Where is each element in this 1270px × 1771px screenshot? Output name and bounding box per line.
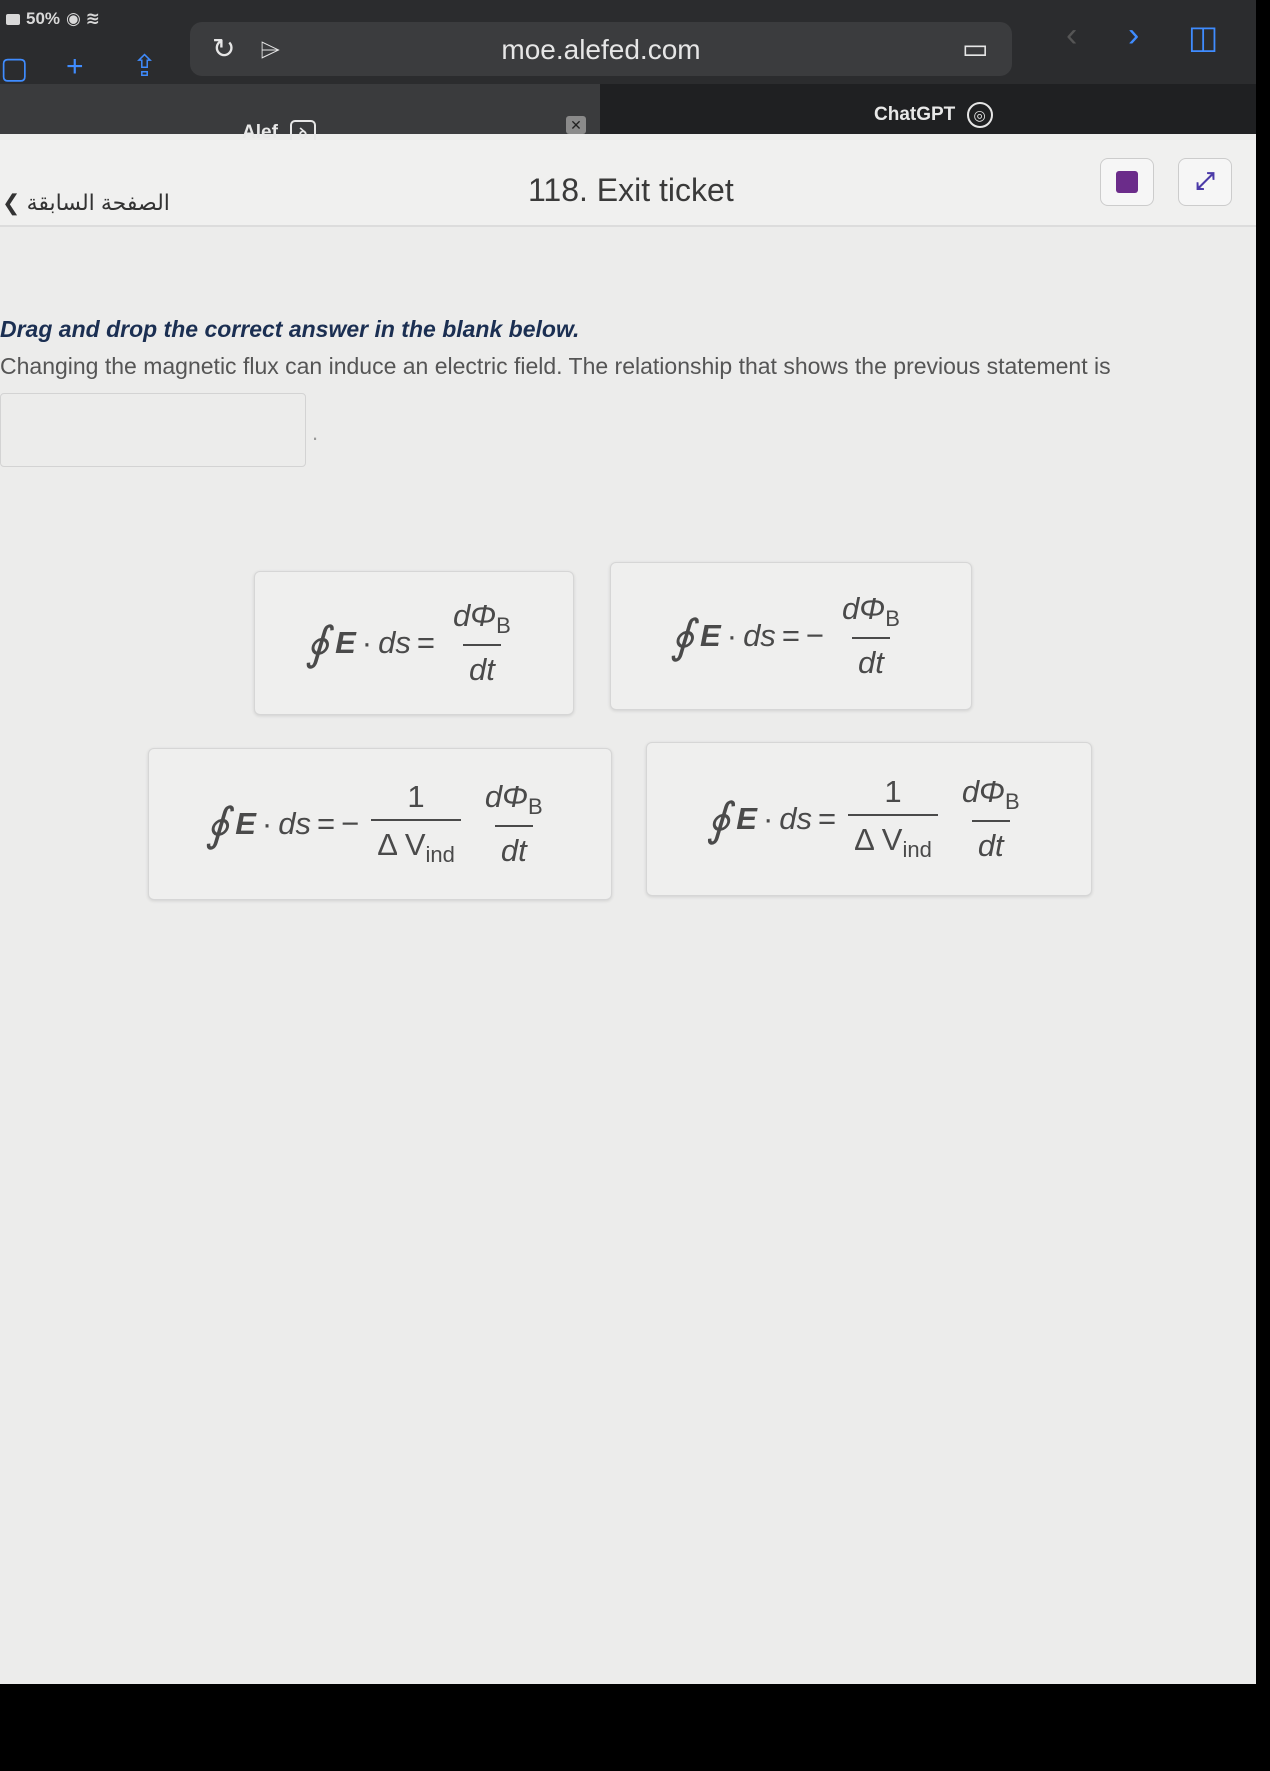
equation-text: ds <box>278 806 311 841</box>
equation-text: dΦ <box>484 779 529 815</box>
answer-option-1[interactable]: ∮ E · ds = dΦB dt <box>254 571 574 715</box>
glossary-icon <box>1116 171 1138 193</box>
reader-icon[interactable]: ▭ <box>962 34 988 64</box>
equation-text: B <box>496 613 511 639</box>
close-tab-icon[interactable]: ✕ <box>566 116 586 134</box>
equation-text: ds <box>743 618 776 653</box>
equation-text: dt <box>494 824 533 869</box>
equation-text: dt <box>852 636 890 681</box>
address-bar[interactable]: ↻ ⌲ moe.alefed.com ▭ <box>190 22 1012 76</box>
forward-nav-icon[interactable]: › <box>1128 18 1139 52</box>
question-text: Changing the magnetic flux can induce an… <box>0 353 1111 379</box>
back-label: الصفحة السابقة <box>26 190 170 215</box>
equation: ∮ E · ds = − 1 Δ Vind dΦB dt <box>205 779 554 868</box>
page-header: ❮ الصفحة السابقة 118. Exit ticket ⤢ <box>0 140 1256 227</box>
fraction: dΦB dt <box>447 598 517 687</box>
equation-text: B <box>885 606 900 632</box>
equation-text: · <box>762 801 774 836</box>
equation-text: = <box>316 806 336 841</box>
tab-alef[interactable]: Alef ꝺ ✕ <box>0 84 600 146</box>
answer-option-4[interactable]: ∮ E · ds = 1 Δ Vind dΦB dt <box>646 742 1092 896</box>
contour-integral-symbol: ∮ <box>706 792 731 846</box>
back-button[interactable]: ❮ الصفحة السابقة <box>2 190 170 216</box>
battery-icon <box>6 13 20 25</box>
instruction-text: Drag and drop the correct answer in the … <box>0 316 580 342</box>
equation-text: ind <box>425 842 455 868</box>
answer-drop-zone[interactable] <box>0 393 306 467</box>
equation-text: E <box>235 806 256 841</box>
equation-text: B <box>528 794 543 820</box>
equation-text: Δ V <box>854 822 903 858</box>
fraction: 1 Δ Vind <box>371 779 461 868</box>
equation-text: dt <box>971 819 1010 864</box>
new-tab-icon[interactable]: + <box>66 52 84 82</box>
glossary-button[interactable] <box>1100 158 1154 206</box>
contour-integral-symbol: ∮ <box>205 797 230 851</box>
equation-text: = <box>781 618 800 653</box>
equation-text: − <box>805 618 825 653</box>
equation-text: E <box>700 618 721 653</box>
battery-level: 50% <box>26 9 61 28</box>
equation-text: Δ V <box>377 827 426 863</box>
url-text[interactable]: moe.alefed.com <box>190 34 1012 66</box>
fraction: dΦB dt <box>836 591 906 680</box>
wifi-icon: ◉ ≋ <box>66 9 100 28</box>
equation-text: 1 <box>407 779 425 815</box>
equation-text: E <box>736 801 757 836</box>
equation-text: ds <box>779 801 813 836</box>
equation: ∮ E · ds = − dΦB dt <box>670 591 912 680</box>
page-title: 118. Exit ticket <box>528 172 734 208</box>
equation-text: dΦ <box>452 598 497 634</box>
sidebar-icon[interactable]: ◫ <box>1188 21 1218 53</box>
chevron-left-icon: ❮ <box>2 190 21 215</box>
share-icon[interactable]: ⇪ <box>132 52 157 82</box>
fullscreen-button[interactable]: ⤢ <box>1178 158 1232 206</box>
answer-option-3[interactable]: ∮ E · ds = − 1 Δ Vind dΦB dt <box>148 748 612 900</box>
tab-bar: Alef ꝺ ✕ ChatGPT ◎ <box>0 84 1256 146</box>
screen: 50% ◉ ≋ ▢ + ⇪ ↻ ⌲ moe.alefed.com ▭ ‹ › ◫… <box>0 0 1256 1684</box>
tab-label: ChatGPT <box>874 104 956 125</box>
answer-option-2[interactable]: ∮ E · ds = − dΦB dt <box>610 562 972 710</box>
equation-text: = <box>416 625 435 660</box>
contour-integral-symbol: ∮ <box>670 609 695 663</box>
equation-text: · <box>261 806 273 841</box>
equation-text: dΦ <box>842 591 886 627</box>
blank-period: . <box>312 420 319 445</box>
back-nav-icon[interactable]: ‹ <box>1066 18 1077 52</box>
equation-text: · <box>361 625 373 660</box>
equation: ∮ E · ds = dΦB dt <box>305 598 523 687</box>
tabs-overview-icon[interactable]: ▢ <box>0 54 28 84</box>
fraction: dΦB dt <box>479 779 549 868</box>
equation-text: · <box>726 618 738 653</box>
chatgpt-logo-icon: ◎ <box>966 102 993 128</box>
equation-text: E <box>335 625 356 660</box>
equation-text: ds <box>378 625 411 660</box>
equation-text: B <box>1005 789 1020 815</box>
equation-text: 1 <box>884 774 902 810</box>
equation-text: − <box>341 806 360 841</box>
fraction: dΦB dt <box>956 774 1026 863</box>
browser-chrome: 50% ◉ ≋ ▢ + ⇪ ↻ ⌲ moe.alefed.com ▭ ‹ › ◫… <box>0 0 1256 146</box>
equation: ∮ E · ds = 1 Δ Vind dΦB dt <box>706 774 1031 863</box>
expand-icon: ⤢ <box>1195 168 1215 195</box>
contour-integral-symbol: ∮ <box>305 616 330 670</box>
fraction: 1 Δ Vind <box>848 774 938 863</box>
equation-text: dΦ <box>961 774 1005 810</box>
equation-text: dt <box>462 643 501 688</box>
status-bar: 50% ◉ ≋ <box>6 8 100 30</box>
equation-text: ind <box>902 837 932 863</box>
equation-text: = <box>818 801 837 836</box>
